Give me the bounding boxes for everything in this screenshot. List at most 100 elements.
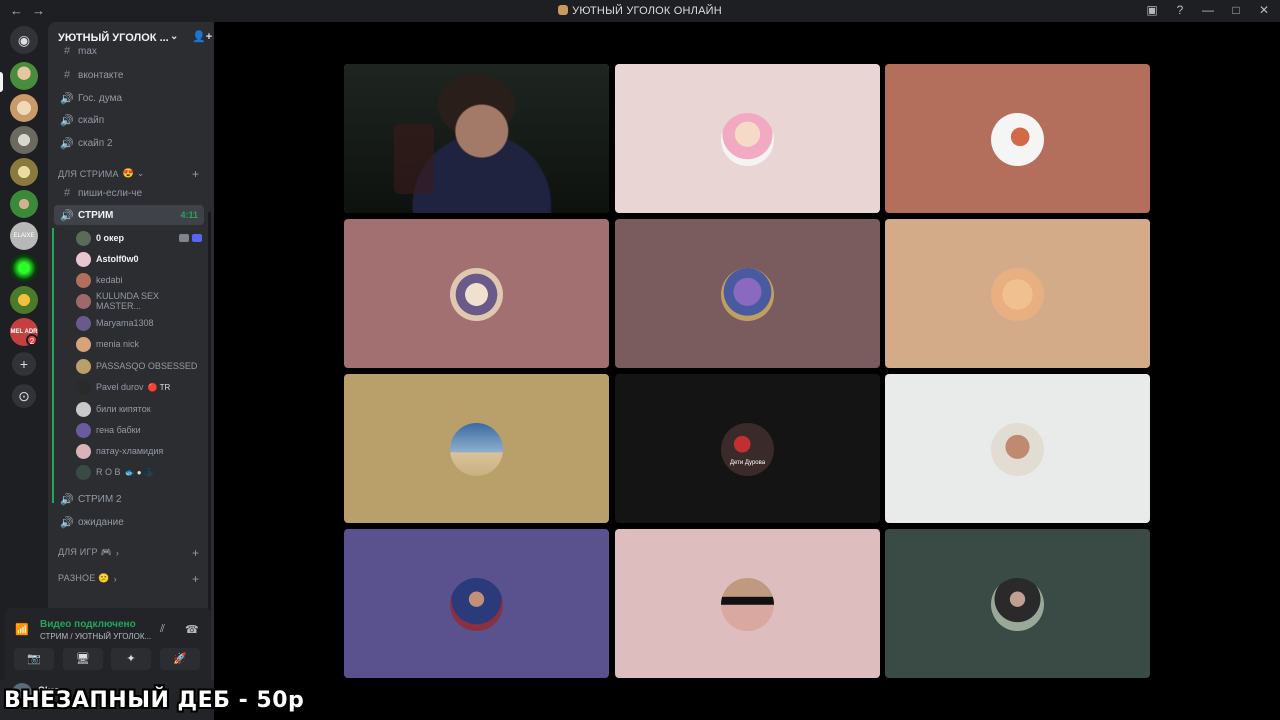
channel-max[interactable]: # max: [54, 44, 204, 58]
add-channel-icon[interactable]: +: [192, 572, 199, 586]
avatar: [76, 272, 91, 288]
voice-member[interactable]: Astolf0w0: [76, 249, 206, 269]
mention-badge: 2: [26, 334, 38, 346]
server-icon-1[interactable]: [10, 62, 38, 90]
server-icon-3[interactable]: [10, 126, 38, 154]
member-name: Pavel durov: [96, 382, 144, 392]
tile-kulunda[interactable]: [344, 219, 609, 368]
explore-icon[interactable]: ⊙: [12, 384, 36, 408]
voice-member[interactable]: Pavel durov 🔴 TR: [76, 377, 206, 397]
chevron-down-icon[interactable]: ⌄: [170, 31, 178, 42]
voice-member[interactable]: KULUNDA SEX MASTER...: [76, 291, 206, 311]
avatar: [76, 230, 91, 246]
avatar: [450, 578, 503, 631]
activities-button[interactable]: ✦: [111, 648, 151, 670]
help-icon[interactable]: ?: [1174, 3, 1186, 17]
server-icon-4[interactable]: [10, 158, 38, 186]
avatar: [450, 423, 503, 476]
voice-member[interactable]: патау-хламидия: [76, 441, 206, 461]
tile-gena[interactable]: [344, 529, 609, 678]
member-name: Maryama1308: [96, 318, 154, 328]
speaker-live-icon: 🔊: [60, 209, 74, 222]
category-games[interactable]: ДЛЯ ИГР 🎮 › +: [58, 546, 199, 560]
member-name: kedabi: [96, 275, 123, 285]
member-name: 0 окер: [96, 233, 125, 243]
channel-label: скайп 2: [78, 137, 113, 149]
member-status-icons: [179, 234, 202, 242]
tile-menia[interactable]: [885, 219, 1150, 368]
voice-member[interactable]: 0 окер: [76, 228, 206, 248]
close-icon[interactable]: ✕: [1258, 3, 1270, 17]
signal-icon[interactable]: 📶: [15, 623, 29, 636]
server-icon-6[interactable]: ELAIXE: [10, 222, 38, 250]
tile-pavel[interactable]: Дети Дурова: [615, 374, 880, 523]
add-server-button[interactable]: +: [12, 352, 36, 376]
hash-icon: #: [63, 45, 71, 57]
server-icon-5[interactable]: [10, 190, 38, 218]
inbox-icon[interactable]: ▣: [1146, 3, 1158, 17]
window-title-text: УЮТНЫЙ УГОЛОК ОНЛАЙН: [572, 5, 722, 17]
webcam-video: [344, 64, 609, 213]
member-name: KULUNDA SEX MASTER...: [96, 291, 160, 311]
category-stream[interactable]: ДЛЯ СТРИМА 😍 ⌄ +: [58, 167, 199, 181]
member-name: гена бабки: [96, 425, 141, 435]
avatar: [450, 268, 503, 321]
tile-camera[interactable]: [344, 64, 609, 213]
tile-astolfo[interactable]: [615, 64, 880, 213]
server-icon-2[interactable]: [10, 94, 38, 122]
avatar: [76, 401, 91, 417]
tile-rob[interactable]: [885, 529, 1150, 678]
tile-patau[interactable]: [615, 529, 880, 678]
tile-kipyatok[interactable]: [885, 374, 1150, 523]
voice-member[interactable]: Maryama1308: [76, 313, 206, 333]
voice-member[interactable]: kedabi: [76, 270, 206, 290]
voice-member[interactable]: PASSASQO OBSESSED: [76, 356, 206, 376]
disconnect-icon[interactable]: ☎: [185, 623, 199, 636]
voice-location[interactable]: СТРИМ / УЮТНЫЙ УГОЛОК...: [40, 632, 151, 641]
channel-gos-duma[interactable]: 🔊 Гос. дума: [54, 88, 204, 108]
avatar: [76, 464, 91, 480]
channel-waiting[interactable]: 🔊 ожидание: [54, 512, 204, 532]
channel-skype-2[interactable]: 🔊 скайп 2: [54, 133, 204, 153]
add-channel-icon[interactable]: +: [192, 546, 199, 560]
window-controls: ▣ ? — □ ✕: [1146, 3, 1270, 17]
avatar: [991, 423, 1044, 476]
voice-member[interactable]: menia nick: [76, 334, 206, 354]
avatar: [991, 578, 1044, 631]
speaker-icon: 🔊: [60, 137, 74, 150]
minimize-icon[interactable]: —: [1202, 3, 1214, 17]
tile-kedabi[interactable]: [885, 64, 1150, 213]
hash-icon: #: [63, 69, 71, 81]
channel-label: пиши-если-че: [78, 187, 143, 199]
channel-label: скайп: [78, 114, 105, 126]
soundboard-button[interactable]: 🚀: [160, 648, 200, 670]
scrollbar[interactable]: [208, 212, 211, 622]
voice-member[interactable]: R O B 🐟 ● 🌑: [76, 462, 206, 482]
channel-stream-active[interactable]: 🔊 СТРИМ 4:11: [54, 205, 204, 225]
voice-status: Видео подключено: [40, 619, 136, 630]
add-channel-icon[interactable]: +: [192, 167, 199, 181]
category-label: ДЛЯ СТРИМА: [58, 168, 119, 179]
avatar: [721, 578, 774, 631]
voice-member[interactable]: гена бабки: [76, 420, 206, 440]
noise-suppression-icon[interactable]: ⫽: [160, 623, 165, 636]
channel-stream-2[interactable]: 🔊 СТРИМ 2: [54, 489, 204, 509]
channel-skype[interactable]: 🔊 скайп: [54, 110, 204, 130]
maximize-icon[interactable]: □: [1230, 3, 1242, 17]
chevron-right-icon: ›: [115, 547, 120, 558]
server-icon-7[interactable]: [10, 254, 38, 282]
member-tag: 🐟 ● 🌑: [124, 467, 154, 477]
avatar: [991, 113, 1044, 166]
tile-passasqo[interactable]: [344, 374, 609, 523]
server-icon-8[interactable]: [10, 286, 38, 314]
channel-vkontakte[interactable]: # вконтакте: [54, 65, 204, 85]
camera-button[interactable]: 📷: [14, 648, 54, 670]
tile-maryama[interactable]: [615, 219, 880, 368]
discord-home-icon[interactable]: ◉: [10, 26, 38, 54]
voice-member[interactable]: били кипяток: [76, 399, 206, 419]
channel-pishi[interactable]: # пиши-если-че: [54, 183, 204, 203]
category-misc[interactable]: РАЗНОЕ 😕 › +: [58, 572, 199, 586]
screen-share-button[interactable]: 🖥: [63, 648, 103, 670]
server-emoji-icon: [558, 5, 569, 15]
invite-icon[interactable]: 👤+: [192, 30, 212, 43]
